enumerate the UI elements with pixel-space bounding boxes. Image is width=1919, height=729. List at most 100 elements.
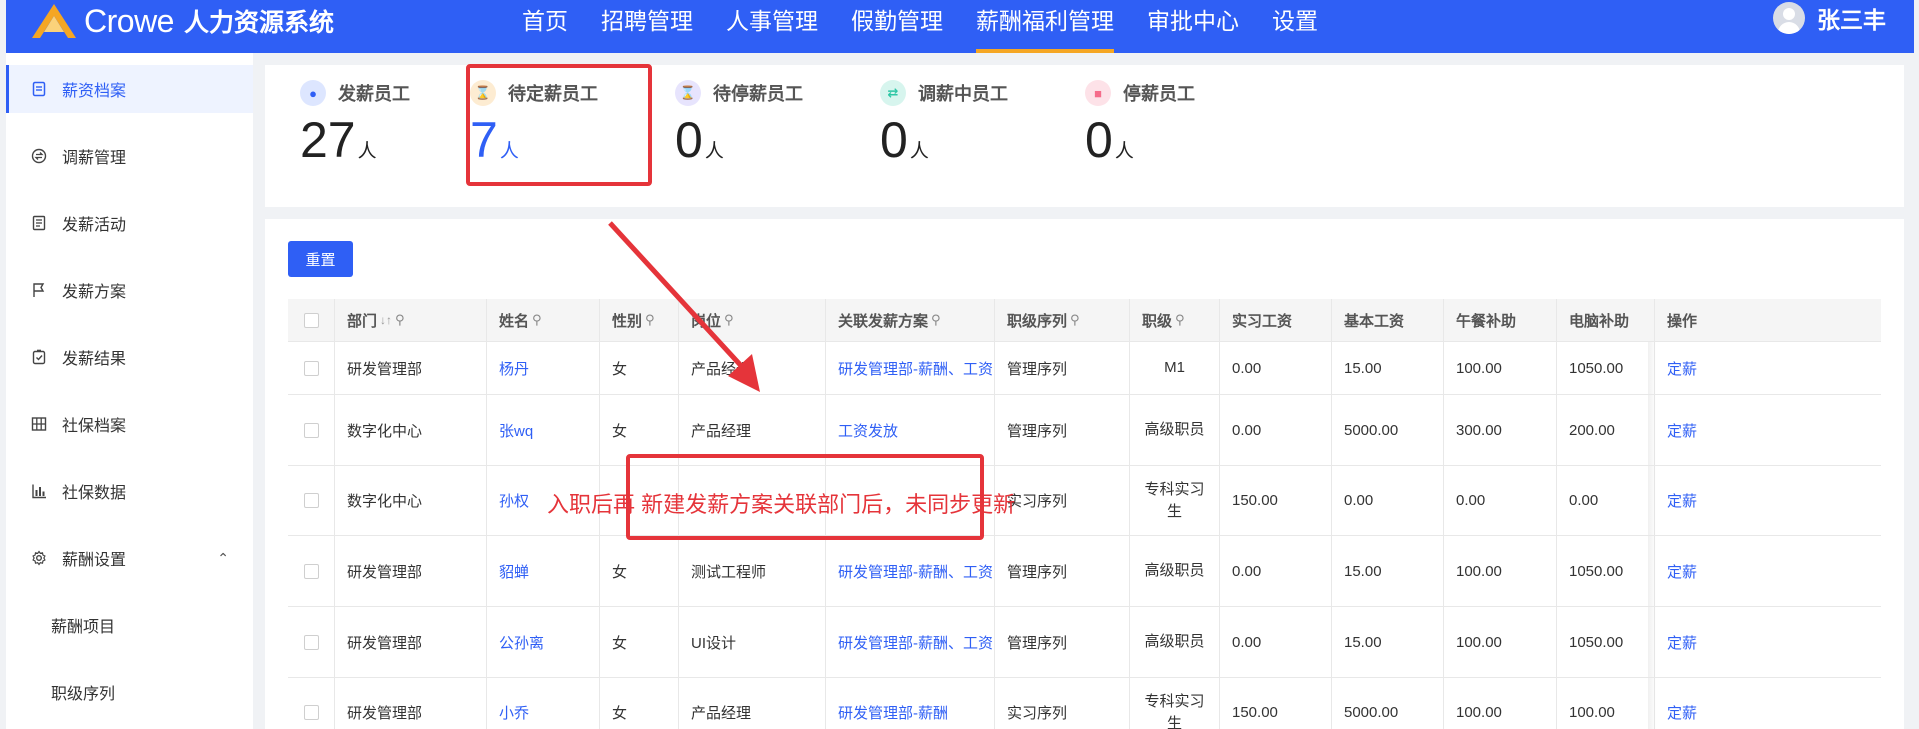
cell-intern: 0.00	[1219, 342, 1331, 394]
sidebar-item-label: 薪资档案	[62, 83, 127, 100]
stat-paid-employees[interactable]: ● 发薪员工 27 人	[265, 65, 455, 207]
crowe-logo-icon	[32, 4, 76, 38]
set-salary-link[interactable]: 定薪	[1654, 536, 1881, 606]
cell-lunch: 100.00	[1443, 342, 1556, 394]
column-header[interactable]: 岗位 ⚲	[678, 299, 825, 341]
sidebar-item-social-data[interactable]: 社保数据	[6, 467, 253, 515]
cell-gender: 女	[599, 536, 678, 606]
row-checkbox[interactable]	[288, 466, 334, 535]
stat-stopped[interactable]: ■ 停薪员工 0人	[1050, 65, 1240, 207]
cell-lunch: 300.00	[1443, 395, 1556, 465]
stat-label: 发薪员工	[338, 84, 410, 104]
column-header: 操作	[1654, 299, 1881, 341]
cell-basic: 0.00	[1331, 466, 1443, 535]
cell-name[interactable]: 公孙离	[486, 607, 599, 677]
cell-basic: 15.00	[1331, 342, 1443, 394]
exchange-icon	[30, 147, 48, 165]
search-icon: ⚲	[724, 312, 734, 327]
cell-gender: 女	[599, 678, 678, 729]
flag-icon	[30, 281, 48, 299]
cell-plan[interactable]: 研发管理部-薪酬	[825, 678, 994, 729]
table-row: 数字化中心 孙权 实习序列 专科实习生 150.00 0.00 0.00 0.00 定薪	[288, 466, 1881, 536]
sidebar-item-label: 发薪结果	[62, 351, 127, 368]
sidebar-item-label: 发薪活动	[62, 217, 127, 234]
table-row: 研发管理部 小乔女产品经理 研发管理部-薪酬 实习序列 专科实习生 150.00 5000.…	[288, 678, 1881, 729]
avatar[interactable]	[1773, 2, 1805, 34]
cell-name[interactable]: 貂蝉	[486, 536, 599, 606]
search-icon: ⚲	[1070, 312, 1080, 327]
cell-name[interactable]: 杨丹	[486, 342, 599, 394]
nav-settings[interactable]: 设置	[1272, 0, 1318, 53]
cell-intern: 150.00	[1219, 466, 1331, 535]
set-salary-link[interactable]: 定薪	[1654, 607, 1881, 677]
cell-level: 专科实习生	[1129, 466, 1219, 535]
sidebar-item-salary-settings[interactable]: 薪酬设置 ⌃	[6, 534, 253, 582]
nav-compensation[interactable]: 薪酬福利管理	[976, 0, 1114, 53]
sidebar-item-pay-activity[interactable]: 发薪活动	[6, 199, 253, 247]
nav-recruitment[interactable]: 招聘管理	[601, 0, 693, 53]
stat-pending-stop[interactable]: ⌛ 待停薪员工 0人	[640, 65, 830, 207]
cell-dept: 数字化中心	[334, 395, 486, 465]
sidebar-item-pay-result[interactable]: 发薪结果	[6, 333, 253, 381]
cell-name[interactable]: 小乔	[486, 678, 599, 729]
sidebar-item-pay-plan[interactable]: 发薪方案	[6, 266, 253, 314]
clipboard-check-icon	[30, 348, 48, 366]
sidebar-item-label: 薪酬设置	[62, 552, 127, 569]
set-salary-link[interactable]: 定薪	[1654, 395, 1881, 465]
sidebar-item-label: 调薪管理	[62, 150, 127, 167]
cell-plan[interactable]: 研发管理部-薪酬、工资	[825, 536, 994, 606]
user-name[interactable]: 张三丰	[1817, 1, 1886, 35]
reset-button[interactable]: 重置	[288, 241, 353, 277]
nav-personnel[interactable]: 人事管理	[726, 0, 818, 53]
search-icon: ⚲	[1175, 312, 1185, 327]
cell-pc: 100.00	[1556, 678, 1654, 729]
cell-intern: 150.00	[1219, 678, 1331, 729]
column-header[interactable]: 关联发薪方案 ⚲	[825, 299, 994, 341]
cell-dept: 研发管理部	[334, 607, 486, 677]
stat-adjusting[interactable]: ⇄ 调薪中员工 0人	[845, 65, 1035, 207]
nav-home[interactable]: 首页	[522, 0, 568, 53]
money-bag-icon: ●	[300, 80, 326, 106]
cell-intern: 0.00	[1219, 607, 1331, 677]
file-icon	[30, 80, 48, 98]
sidebar-item-social-archive[interactable]: 社保档案	[6, 400, 253, 448]
column-header[interactable]: 职级序列 ⚲	[994, 299, 1129, 341]
nav-attendance[interactable]: 假勤管理	[851, 0, 943, 53]
sidebar-subitem-rank-series[interactable]: 职级序列	[6, 668, 253, 716]
cell-level: 高级职员	[1129, 536, 1219, 606]
row-checkbox[interactable]	[288, 395, 334, 465]
sort-icon: ↓↑	[380, 313, 393, 327]
set-salary-link[interactable]: 定薪	[1654, 342, 1881, 394]
row-checkbox[interactable]	[288, 607, 334, 677]
cell-plan[interactable]: 研发管理部-薪酬、工资	[825, 607, 994, 677]
sidebar-item-salary-adjust[interactable]: 调薪管理	[6, 132, 253, 180]
nav-approval[interactable]: 审批中心	[1147, 0, 1239, 53]
list-icon	[30, 214, 48, 232]
stat-value: 0	[675, 112, 703, 168]
system-name: 人力资源系统	[183, 9, 334, 37]
fixed-column-shadow	[1648, 342, 1656, 394]
stat-unit: 人	[704, 141, 724, 162]
sidebar-item-salary-archive[interactable]: 薪资档案	[6, 65, 253, 113]
column-header[interactable]: 性别 ⚲	[599, 299, 678, 341]
column-header[interactable]: 部门 ↓↑ ⚲	[334, 299, 486, 341]
row-checkbox[interactable]	[288, 678, 334, 729]
cell-level: 高级职员	[1129, 607, 1219, 677]
row-checkbox[interactable]	[288, 342, 334, 394]
set-salary-link[interactable]: 定薪	[1654, 678, 1881, 729]
stat-unit: 人	[357, 141, 377, 162]
column-header[interactable]: 职级 ⚲	[1129, 299, 1219, 341]
row-checkbox[interactable]	[288, 536, 334, 606]
sidebar-subitem-salary-items[interactable]: 薪酬项目	[6, 601, 253, 649]
chevron-up-icon[interactable]: ⌃	[217, 550, 229, 567]
fixed-column-shadow	[1648, 466, 1656, 535]
select-all-checkbox[interactable]	[288, 299, 334, 341]
set-salary-link[interactable]: 定薪	[1654, 466, 1881, 535]
cell-name[interactable]: 张wq	[486, 395, 599, 465]
top-navbar: Crowe 人力资源系统 首页 招聘管理 人事管理 假勤管理 薪酬福利管理 审批…	[6, 0, 1914, 53]
search-icon: ⚲	[645, 312, 655, 327]
cell-plan[interactable]: 研发管理部-薪酬、工资	[825, 342, 994, 394]
table-row: 研发管理部 貂蝉女测试工程师 研发管理部-薪酬、工资 管理序列 高级职员 0.00 15.0…	[288, 536, 1881, 607]
user-menu[interactable]: 张三丰	[1773, 0, 1886, 36]
column-header[interactable]: 姓名 ⚲	[486, 299, 599, 341]
